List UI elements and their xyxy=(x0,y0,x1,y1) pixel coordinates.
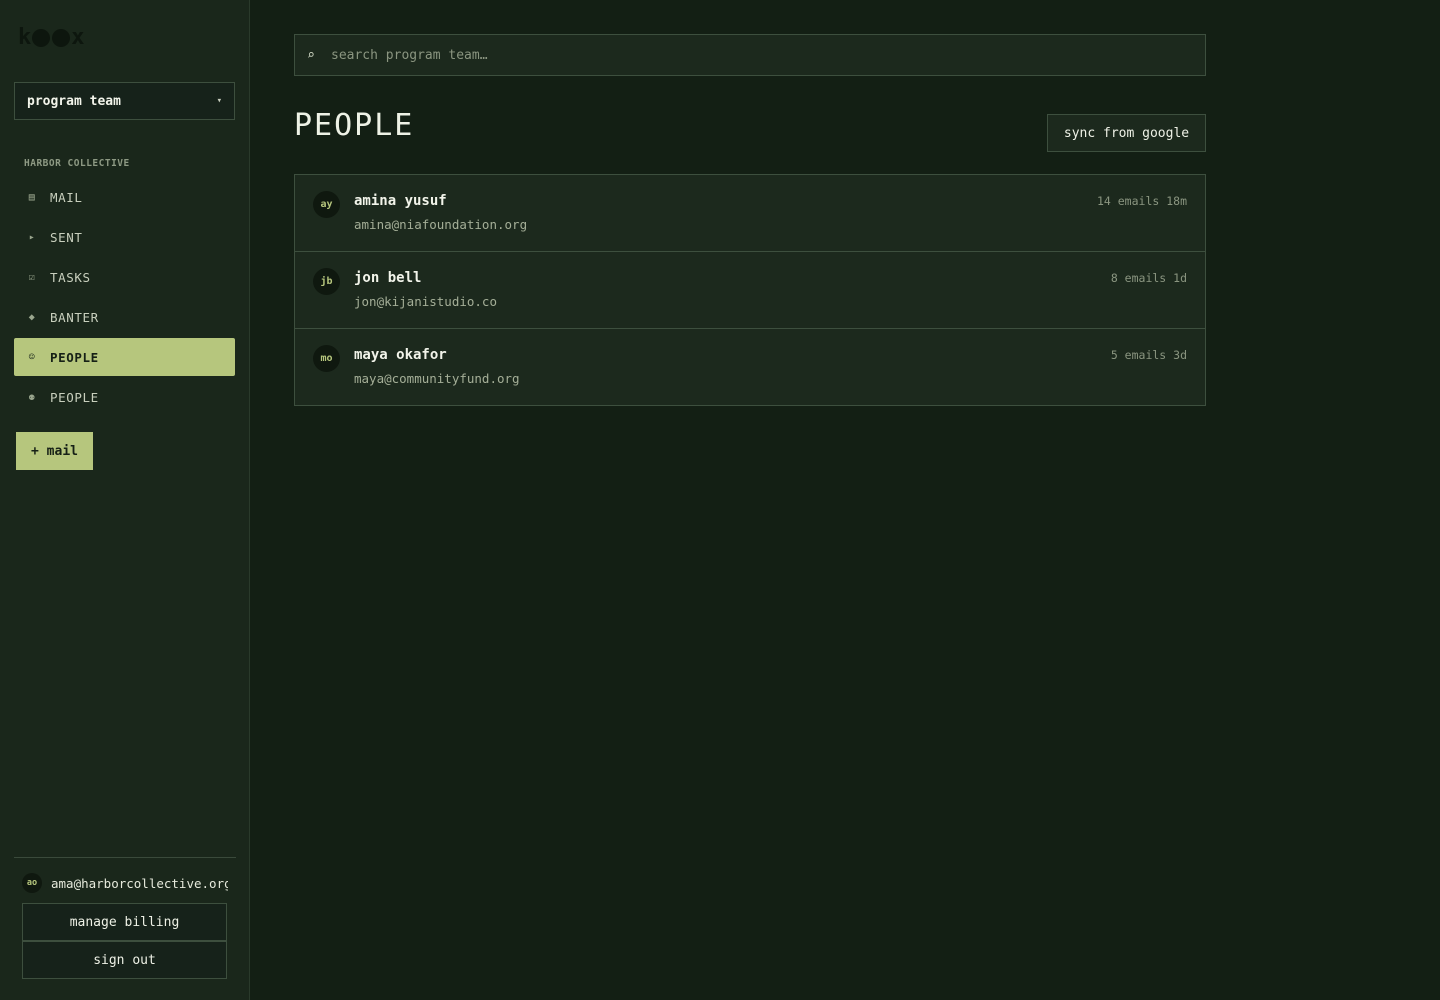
person-name: maya okafor xyxy=(354,347,447,363)
person-meta: 14 emails 18m xyxy=(1096,194,1187,208)
sidebar-item-people-groups[interactable]: ⚉ PEOPLE xyxy=(14,378,235,416)
sign-out-button[interactable]: sign out xyxy=(22,941,227,979)
person-name: jon bell xyxy=(354,270,422,286)
inbox-icon: ▤ xyxy=(28,191,36,203)
person-meta: 5 emails 3d xyxy=(1110,348,1187,362)
sidebar-item-label: BANTER xyxy=(50,309,99,325)
sidebar-item-sent[interactable]: ▸ SENT xyxy=(14,218,235,256)
sidebar-item-mail[interactable]: ▤ MAIL xyxy=(14,178,235,216)
search-bar: ⌕ xyxy=(294,34,1206,76)
list-item[interactable]: mo maya okafor maya@communityfund.org 5 … xyxy=(295,329,1205,405)
group-icon: ⚉ xyxy=(28,391,36,403)
sidebar-item-label: TASKS xyxy=(50,269,91,285)
search-input[interactable] xyxy=(331,47,1205,63)
org-label: HARBOR COLLECTIVE xyxy=(24,158,130,169)
list-item[interactable]: jb jon bell jon@kijanistudio.co 8 emails… xyxy=(295,252,1205,329)
sidebar-item-people[interactable]: ☺ PEOPLE xyxy=(14,338,235,376)
avatar: ao xyxy=(22,873,42,893)
app-logo[interactable]: kx xyxy=(18,26,85,50)
person-email: amina@niafoundation.org xyxy=(354,217,528,232)
sidebar: kx program team ▾ HARBOR COLLECTIVE ▤ MA… xyxy=(0,0,250,1000)
sidebar-item-label: PEOPLE xyxy=(50,389,99,405)
team-selector-value: program team xyxy=(27,93,121,109)
compose-mail-button[interactable]: + mail xyxy=(16,432,93,470)
sidebar-item-label: PEOPLE xyxy=(50,349,99,365)
avatar: mo xyxy=(313,345,340,372)
account-email: ama@harborcollective.org xyxy=(51,875,228,891)
checkbox-icon: ☑ xyxy=(28,271,36,283)
person-name: amina yusuf xyxy=(354,193,447,209)
sidebar-footer: ao ama@harborcollective.org manage billi… xyxy=(14,857,236,979)
sync-from-google-button[interactable]: sync from google xyxy=(1047,114,1206,152)
person-email: jon@kijanistudio.co xyxy=(354,294,497,309)
send-icon: ▸ xyxy=(28,231,36,243)
sidebar-item-label: MAIL xyxy=(50,189,83,205)
sidebar-item-tasks[interactable]: ☑ TASKS xyxy=(14,258,235,296)
person-email: maya@communityfund.org xyxy=(354,371,520,386)
list-item[interactable]: ay amina yusuf amina@niafoundation.org 1… xyxy=(295,175,1205,252)
manage-billing-button[interactable]: manage billing xyxy=(22,903,227,941)
chevron-down-icon: ▾ xyxy=(216,96,222,106)
diamond-icon: ◆ xyxy=(28,311,36,323)
sidebar-item-label: SENT xyxy=(50,229,83,245)
smiley-icon: ☺ xyxy=(28,351,36,363)
sidebar-item-banter[interactable]: ◆ BANTER xyxy=(14,298,235,336)
avatar: ay xyxy=(313,191,340,218)
account-info: ao ama@harborcollective.org xyxy=(22,872,228,894)
people-list: ay amina yusuf amina@niafoundation.org 1… xyxy=(294,174,1206,406)
sidebar-nav: ▤ MAIL ▸ SENT ☑ TASKS ◆ BANTER ☺ PEOPLE … xyxy=(14,178,235,418)
avatar: jb xyxy=(313,268,340,295)
page-title: PEOPLE xyxy=(294,108,415,143)
search-icon: ⌕ xyxy=(307,47,315,63)
person-meta: 8 emails 1d xyxy=(1110,271,1187,285)
team-selector[interactable]: program team ▾ xyxy=(14,82,235,120)
